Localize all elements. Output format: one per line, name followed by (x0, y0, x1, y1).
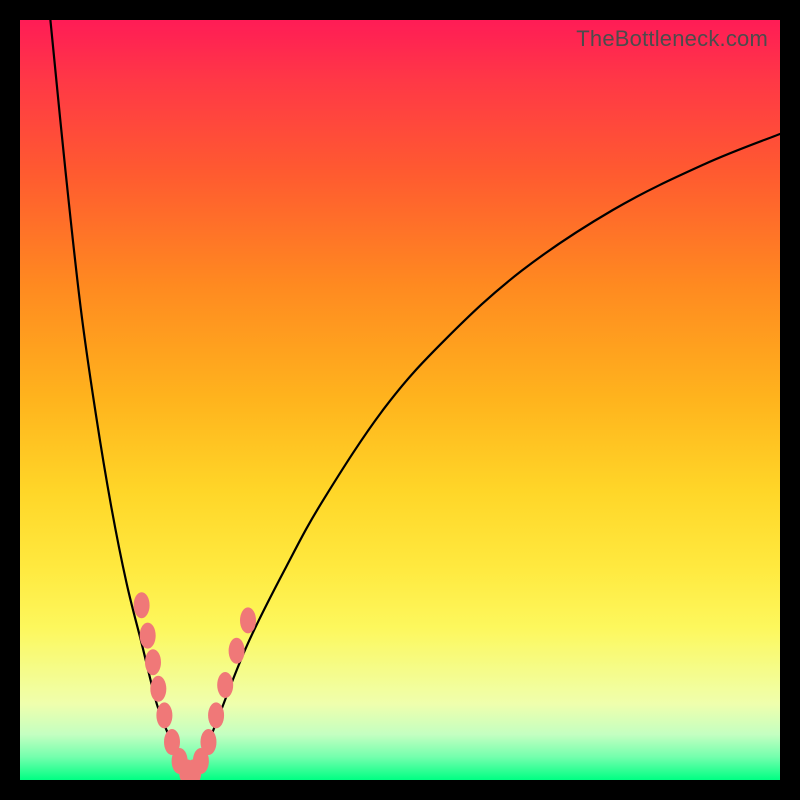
marker-point (140, 623, 156, 649)
marker-point (145, 649, 161, 675)
marker-group (134, 592, 256, 780)
watermark-text: TheBottleneck.com (576, 26, 768, 52)
marker-point (229, 638, 245, 664)
curve-right-branch (187, 134, 780, 780)
marker-point (134, 592, 150, 618)
marker-point (200, 729, 216, 755)
marker-point (150, 676, 166, 702)
marker-point (217, 672, 233, 698)
marker-point (208, 702, 224, 728)
plot-area: TheBottleneck.com (20, 20, 780, 780)
curve-left-branch (50, 20, 187, 780)
chart-frame: TheBottleneck.com (0, 0, 800, 800)
marker-point (240, 607, 256, 633)
curve-layer (20, 20, 780, 780)
marker-point (156, 702, 172, 728)
